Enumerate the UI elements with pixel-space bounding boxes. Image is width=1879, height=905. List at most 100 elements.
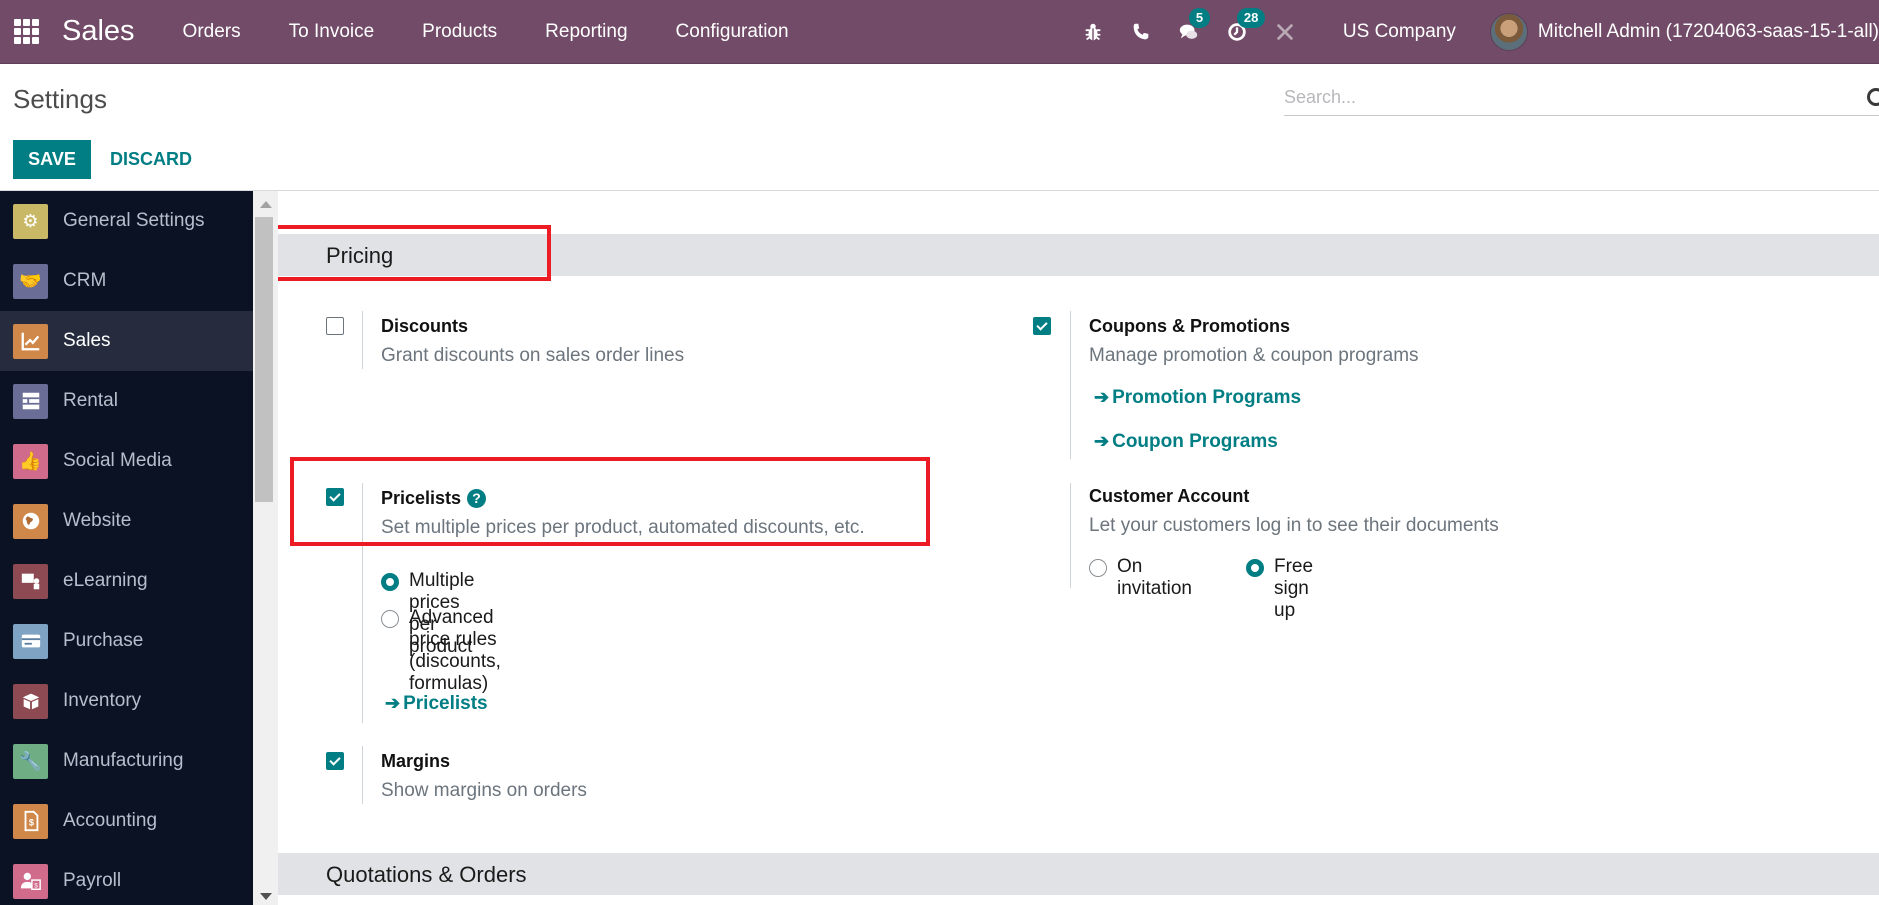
sidebar-item-inventory[interactable]: Inventory — [0, 671, 253, 731]
radio-on-invitation[interactable]: On invitation — [1089, 556, 1192, 600]
search-input[interactable] — [1284, 87, 1844, 108]
pricelists-checkbox[interactable] — [326, 488, 344, 506]
user-avatar[interactable] — [1489, 13, 1528, 51]
activity-clock-icon[interactable]: 28 — [1225, 8, 1266, 44]
coupon-programs-link[interactable]: ➔ Coupon Programs — [1094, 431, 1278, 453]
sidebar-item-website[interactable]: Website — [0, 491, 253, 551]
discounts-description: Grant discounts on sales order lines — [381, 345, 685, 366]
sidebar-item-label: eLearning — [63, 570, 148, 591]
customer-account-title: Customer Account — [1089, 486, 1250, 506]
sidebar-item-label: Inventory — [63, 690, 142, 711]
navbar-systray: 5 28 US Company Mitchell Admin (17204063… — [1069, 0, 1879, 64]
menu-products[interactable]: Products — [398, 21, 521, 43]
chart-up-icon — [13, 323, 48, 359]
app-brand[interactable]: Sales — [62, 15, 135, 48]
sidebar-item-label: CRM — [63, 270, 107, 291]
sidebar-item-label: Accounting — [63, 810, 158, 831]
sidebar-item-payroll[interactable]: $ Payroll — [0, 851, 253, 905]
sidebar-item-label: General Settings — [63, 210, 205, 231]
menu-reporting[interactable]: Reporting — [521, 21, 651, 43]
arrow-right-icon: ➔ — [1094, 431, 1110, 451]
menu-configuration[interactable]: Configuration — [652, 21, 813, 43]
sidebar-scrollbar[interactable] — [253, 191, 278, 905]
radio-button-selected[interactable] — [381, 573, 399, 591]
svg-text:$: $ — [34, 882, 38, 889]
sidebar-item-elearning[interactable]: eLearning — [0, 551, 253, 611]
sidebar-item-label: Manufacturing — [63, 750, 184, 771]
sidebar-item-label: Payroll — [63, 870, 122, 891]
sidebar-item-label: Rental — [63, 390, 118, 411]
coupons-description: Manage promotion & coupon programs — [1089, 345, 1419, 366]
section-title: Quotations & Orders — [326, 862, 527, 887]
presentation-icon — [13, 563, 48, 599]
pricelists-title: Pricelists? — [381, 488, 487, 509]
pricelists-description: Set multiple prices per product, automat… — [381, 517, 865, 538]
search-icon[interactable] — [1867, 88, 1879, 106]
customer-account-description: Let your customers log in to see their d… — [1089, 515, 1499, 536]
help-question-icon[interactable]: ? — [467, 489, 487, 508]
margins-title: Margins — [381, 751, 451, 771]
discard-button[interactable]: DISCARD — [100, 140, 202, 179]
credit-card-icon — [13, 623, 48, 659]
menu-to-invoice[interactable]: To Invoice — [265, 21, 399, 43]
menu-orders[interactable]: Orders — [159, 21, 265, 43]
payroll-icon: $ — [13, 863, 48, 899]
control-panel: Settings SAVE DISCARD — [0, 64, 1879, 191]
wrench-icon: 🔧 — [13, 743, 48, 779]
sidebar-item-rental[interactable]: Rental — [0, 371, 253, 431]
radio-button-selected[interactable] — [1246, 559, 1264, 577]
thumbs-up-icon: 👍 — [13, 443, 48, 479]
radio-label: Advanced price rules (discounts, formula… — [409, 607, 501, 694]
sidebar-item-purchase[interactable]: Purchase — [0, 611, 253, 671]
gear-icon: ⚙ — [13, 203, 48, 239]
sidebar-item-accounting[interactable]: $ Accounting — [0, 791, 253, 851]
radio-button[interactable] — [1089, 559, 1107, 577]
user-menu[interactable]: Mitchell Admin (17204063-saas-15-1-all) — [1538, 21, 1879, 43]
coupons-title: Coupons & Promotions — [1089, 316, 1290, 336]
section-title: Pricing — [326, 243, 394, 268]
settings-sidebar: ⚙ General Settings 🤝 CRM Sales Rental 👍 … — [0, 191, 253, 905]
phone-icon[interactable] — [1129, 20, 1153, 44]
sidebar-item-sales[interactable]: Sales — [0, 311, 253, 371]
sidebar-item-manufacturing[interactable]: 🔧 Manufacturing — [0, 731, 253, 791]
chat-icon[interactable]: 5 — [1177, 8, 1211, 44]
svg-text:$: $ — [28, 818, 33, 828]
calendar-grid-icon — [13, 383, 48, 419]
scroll-down-arrow-icon[interactable] — [260, 893, 272, 900]
sidebar-item-crm[interactable]: 🤝 CRM — [0, 251, 253, 311]
discounts-checkbox[interactable] — [326, 317, 344, 335]
arrow-right-icon: ➔ — [1094, 387, 1110, 407]
sidebar-item-label: Purchase — [63, 630, 144, 651]
section-quotations-orders-header: Quotations & Orders — [278, 853, 1879, 895]
page-title: Settings — [13, 84, 107, 114]
pricelists-link[interactable]: ➔ Pricelists — [385, 693, 488, 715]
arrow-right-icon: ➔ — [385, 693, 401, 713]
divider — [362, 483, 363, 723]
company-switcher[interactable]: US Company — [1343, 21, 1456, 43]
divider — [362, 746, 363, 804]
bug-icon[interactable] — [1081, 20, 1105, 44]
top-navbar: Sales Orders To Invoice Products Reporti… — [0, 0, 1879, 64]
app-menu-icon[interactable] — [13, 19, 39, 45]
divider — [1070, 483, 1071, 588]
coupons-checkbox[interactable] — [1033, 317, 1051, 335]
scroll-up-arrow-icon[interactable] — [260, 201, 272, 208]
radio-advanced-price-rules[interactable]: Advanced price rules (discounts, formula… — [381, 607, 501, 695]
sidebar-item-social-media[interactable]: 👍 Social Media — [0, 431, 253, 491]
scroll-thumb[interactable] — [255, 217, 273, 502]
promotion-programs-link[interactable]: ➔ Promotion Programs — [1094, 387, 1301, 409]
box-icon — [13, 683, 48, 719]
sidebar-item-label: Website — [63, 510, 132, 531]
section-pricing-header: Pricing — [278, 234, 1879, 276]
save-button[interactable]: SAVE — [13, 140, 91, 179]
settings-content: Pricing Discounts Grant discounts on sal… — [278, 191, 1879, 905]
radio-free-sign-up[interactable]: Free sign up — [1246, 556, 1313, 622]
sidebar-item-label: Sales — [63, 330, 111, 351]
radio-button[interactable] — [381, 610, 399, 628]
margins-checkbox[interactable] — [326, 752, 344, 770]
search-field — [1284, 80, 1879, 116]
activities-badge: 28 — [1236, 8, 1266, 28]
sidebar-item-general-settings[interactable]: ⚙ General Settings — [0, 191, 253, 251]
tools-icon[interactable] — [1273, 20, 1297, 44]
margins-description: Show margins on orders — [381, 780, 587, 801]
